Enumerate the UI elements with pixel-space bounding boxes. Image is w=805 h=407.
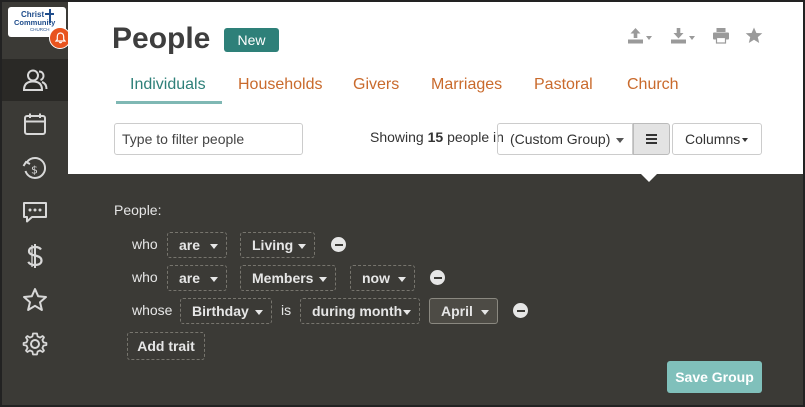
tab-givers[interactable]: Givers bbox=[353, 76, 399, 94]
query-row-3-joiner: is bbox=[281, 302, 292, 318]
sidebar-item-people[interactable] bbox=[2, 59, 68, 101]
tab-church[interactable]: Church bbox=[627, 76, 679, 94]
app-window: Christ Community CHURCH $ People New Ind… bbox=[0, 0, 805, 407]
query-row-3-lead: whose bbox=[132, 302, 173, 318]
star-icon bbox=[745, 27, 763, 43]
chevron-down-icon bbox=[298, 244, 306, 249]
query-row-1-operator[interactable]: are bbox=[167, 232, 227, 258]
remove-row-1-icon[interactable] bbox=[331, 237, 346, 252]
tab-marriages[interactable]: Marriages bbox=[431, 76, 502, 94]
sidebar-item-giving[interactable]: $ bbox=[2, 147, 68, 189]
chevron-down-icon bbox=[403, 310, 411, 315]
remove-row-2-icon[interactable] bbox=[430, 270, 445, 285]
logo-line-3: CHURCH bbox=[30, 27, 50, 32]
columns-label: Columns bbox=[685, 131, 741, 147]
chevron-down-icon bbox=[210, 244, 218, 249]
export-button[interactable] bbox=[627, 27, 652, 44]
columns-button[interactable]: Columns bbox=[672, 123, 762, 155]
giving-icon: $ bbox=[22, 156, 47, 179]
upload-icon bbox=[628, 28, 643, 44]
gear-icon bbox=[22, 332, 48, 356]
sidebar: Christ Community CHURCH $ bbox=[2, 2, 71, 405]
query-builder-panel: People: who are Living who are Members n… bbox=[68, 173, 803, 405]
people-icon bbox=[22, 69, 48, 91]
star-icon bbox=[23, 288, 47, 311]
cross-icon bbox=[49, 9, 51, 23]
filter-people-input[interactable] bbox=[114, 123, 303, 155]
download-icon bbox=[671, 28, 686, 44]
query-row-1-lead: who bbox=[132, 236, 158, 252]
chat-icon bbox=[23, 202, 47, 223]
query-row-2-operator[interactable]: are bbox=[167, 265, 227, 291]
chevron-down-icon bbox=[255, 310, 263, 315]
people-count: 15 bbox=[427, 129, 444, 145]
sidebar-item-calendar[interactable] bbox=[2, 103, 68, 145]
calendar-icon bbox=[24, 113, 46, 135]
chevron-down-icon bbox=[616, 138, 624, 143]
showing-count-text: Showing 15 people in bbox=[370, 129, 504, 145]
save-group-button[interactable]: Save Group bbox=[667, 361, 762, 393]
new-button[interactable]: New bbox=[224, 28, 279, 52]
tab-households[interactable]: Households bbox=[238, 76, 323, 94]
chevron-down-icon bbox=[319, 277, 327, 282]
svg-text:$: $ bbox=[31, 164, 38, 177]
import-button[interactable] bbox=[670, 27, 695, 44]
tab-individuals[interactable]: Individuals bbox=[130, 76, 206, 94]
query-row-1-value[interactable]: Living bbox=[240, 232, 315, 258]
sidebar-item-messages[interactable] bbox=[2, 191, 68, 233]
sidebar-item-finance[interactable] bbox=[2, 235, 68, 277]
query-label: People: bbox=[114, 202, 162, 218]
print-icon bbox=[713, 28, 729, 44]
panel-pointer bbox=[640, 173, 658, 182]
chevron-down-icon bbox=[481, 310, 489, 315]
page-header: People New Individuals Households Givers… bbox=[68, 2, 803, 174]
active-tab-indicator bbox=[116, 101, 222, 104]
chevron-down-icon bbox=[210, 277, 218, 282]
query-row-2-timeframe[interactable]: now bbox=[350, 265, 415, 291]
query-row-2-value[interactable]: Members bbox=[240, 265, 336, 291]
chevron-down-icon bbox=[742, 138, 748, 142]
add-trait-button[interactable]: Add trait bbox=[127, 332, 205, 360]
list-icon bbox=[646, 133, 657, 136]
sidebar-item-favorites[interactable] bbox=[2, 279, 68, 321]
favorite-button[interactable] bbox=[745, 27, 763, 44]
remove-row-3-icon[interactable] bbox=[513, 303, 528, 318]
query-row-3-field[interactable]: Birthday bbox=[180, 298, 272, 324]
print-button[interactable] bbox=[712, 27, 730, 44]
query-row-3-value[interactable]: April bbox=[429, 298, 498, 324]
page-title: People bbox=[112, 22, 211, 55]
tab-pastoral[interactable]: Pastoral bbox=[534, 76, 593, 94]
list-view-button[interactable] bbox=[633, 123, 670, 155]
group-select[interactable]: (Custom Group) bbox=[497, 123, 633, 155]
query-row-2-lead: who bbox=[132, 269, 158, 285]
group-select-value: (Custom Group) bbox=[510, 131, 611, 147]
query-row-3-operator[interactable]: during month bbox=[300, 298, 420, 324]
sidebar-item-settings[interactable] bbox=[2, 323, 68, 365]
dollar-icon bbox=[27, 244, 43, 268]
chevron-down-icon bbox=[398, 277, 406, 282]
